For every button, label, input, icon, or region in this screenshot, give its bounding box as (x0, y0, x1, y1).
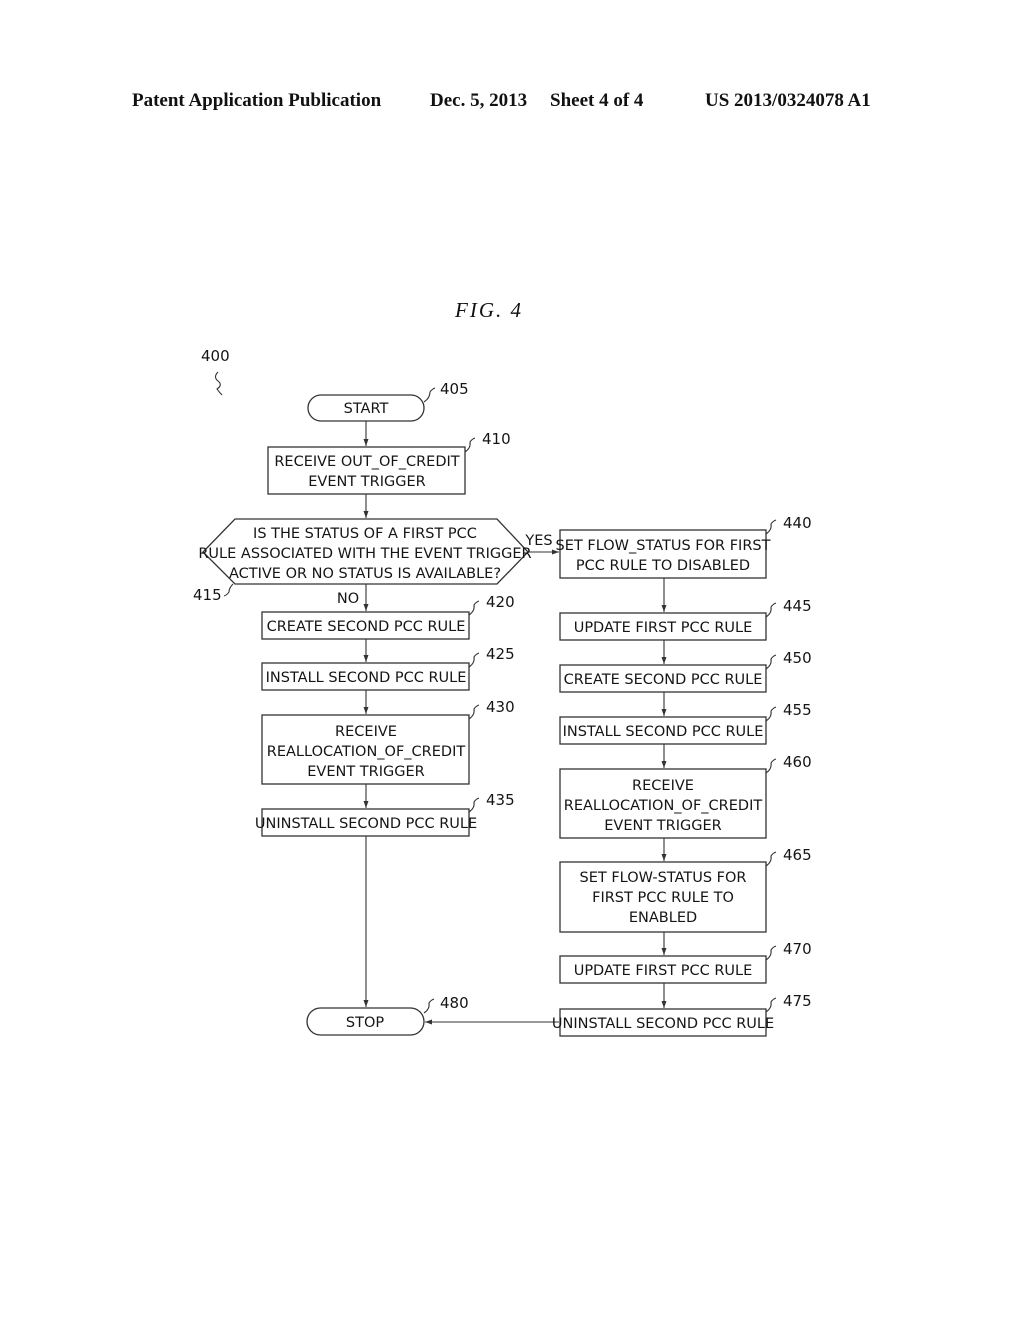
node-text-line: REALLOCATION_OF_CREDIT (267, 744, 466, 760)
node-450-create-second-pcc-rule: CREATE SECOND PCC RULE 450 (559, 649, 812, 693)
node-text-line: REALLOCATION_OF_CREDIT (564, 798, 763, 814)
node-480-stop: STOP 480 (306, 994, 469, 1036)
ref-leader-line (468, 797, 480, 813)
ref-405: 405 (440, 380, 469, 398)
ref-leader-line (423, 387, 436, 403)
ref-415: 415 (193, 586, 222, 604)
ref-leader-line (464, 437, 476, 453)
node-text-line: IS THE STATUS OF A FIRST PCC (253, 526, 477, 542)
node-text-line: EVENT TRIGGER (308, 474, 425, 490)
ref-leader-line (765, 706, 777, 722)
node-445-update-first-pcc-rule: UPDATE FIRST PCC RULE 445 (559, 597, 812, 641)
node-text-line: CREATE SECOND PCC RULE (564, 672, 763, 688)
ref-leader-line (765, 851, 777, 867)
ref-leader-line (423, 998, 435, 1014)
node-440-set-flow-status-disabled: SET FLOW_STATUS FOR FIRST PCC RULE TO DI… (556, 514, 812, 579)
ref-leader-line (468, 652, 480, 668)
ref-leader-line (223, 583, 234, 597)
figure-ref-400: 400 (201, 347, 230, 365)
ref-445: 445 (783, 597, 812, 615)
ref-455: 455 (783, 701, 812, 719)
ref-410: 410 (482, 430, 511, 448)
node-text-line: UNINSTALL SECOND PCC RULE (255, 816, 477, 832)
node-410-receive-out-of-credit: RECEIVE OUT_OF_CREDIT EVENT TRIGGER 410 (267, 430, 511, 495)
node-465-set-flow-status-enabled: SET FLOW-STATUS FOR FIRST PCC RULE TO EN… (559, 846, 812, 933)
flowchart: 400 START 405 RECEIVE OUT_OF_CREDIT EVEN… (193, 347, 812, 1037)
node-460-receive-reallocation: RECEIVE REALLOCATION_OF_CREDIT EVENT TRI… (559, 753, 812, 839)
node-text-line: STOP (346, 1015, 384, 1031)
node-text-line: FIRST PCC RULE TO (592, 890, 734, 906)
node-455-install-second-pcc-rule: INSTALL SECOND PCC RULE 455 (559, 701, 812, 745)
ref-leader-line (765, 945, 777, 961)
node-470-update-first-pcc-rule: UPDATE FIRST PCC RULE 470 (559, 940, 812, 984)
ref-leader-line (765, 519, 777, 535)
ref-leader-line (468, 704, 480, 720)
ref-leader-line (765, 602, 777, 618)
node-text-line: START (344, 401, 389, 417)
node-text-line: UPDATE FIRST PCC RULE (574, 620, 753, 636)
decision-no-label: NO (337, 591, 359, 607)
node-475-uninstall-second-pcc-rule: UNINSTALL SECOND PCC RULE 475 (552, 992, 812, 1037)
ref-470: 470 (783, 940, 812, 958)
node-text-line: EVENT TRIGGER (307, 764, 424, 780)
ref-460: 460 (783, 753, 812, 771)
node-text-line: RULE ASSOCIATED WITH THE EVENT TRIGGER (198, 546, 531, 562)
node-435-uninstall-second-pcc-rule: UNINSTALL SECOND PCC RULE 435 (255, 791, 515, 837)
ref-475: 475 (783, 992, 812, 1010)
node-text-line: UPDATE FIRST PCC RULE (574, 963, 753, 979)
node-text-line: SET FLOW_STATUS FOR FIRST (556, 538, 771, 554)
node-text-line: EVENT TRIGGER (604, 818, 721, 834)
node-405-start: START 405 (307, 380, 469, 422)
node-text-line: CREATE SECOND PCC RULE (267, 619, 466, 635)
node-text-line: SET FLOW-STATUS FOR (580, 870, 747, 886)
ref-425: 425 (486, 645, 515, 663)
ref-leader-line (765, 997, 777, 1013)
ref-480: 480 (440, 994, 469, 1012)
ref-leader-line (765, 758, 777, 774)
node-430-receive-reallocation: RECEIVE REALLOCATION_OF_CREDIT EVENT TRI… (261, 698, 515, 785)
ref-leader-400 (214, 371, 223, 396)
node-text-line: RECEIVE OUT_OF_CREDIT (274, 454, 459, 470)
decision-yes-label: YES (524, 533, 552, 549)
ref-leader-line (468, 600, 480, 616)
node-text-line: RECEIVE (632, 778, 694, 794)
node-text-line: RECEIVE (335, 724, 397, 740)
node-text-line: INSTALL SECOND PCC RULE (563, 724, 764, 740)
node-text-line: UNINSTALL SECOND PCC RULE (552, 1016, 774, 1032)
node-420-create-second-pcc-rule: CREATE SECOND PCC RULE 420 (261, 593, 515, 640)
node-text-line: INSTALL SECOND PCC RULE (266, 670, 467, 686)
ref-440: 440 (783, 514, 812, 532)
ref-465: 465 (783, 846, 812, 864)
ref-450: 450 (783, 649, 812, 667)
node-text-line: ACTIVE OR NO STATUS IS AVAILABLE? (229, 566, 501, 582)
ref-435: 435 (486, 791, 515, 809)
ref-430: 430 (486, 698, 515, 716)
ref-leader-line (765, 654, 777, 670)
node-425-install-second-pcc-rule: INSTALL SECOND PCC RULE 425 (261, 645, 515, 691)
node-text-line: ENABLED (629, 910, 697, 926)
node-text-line: PCC RULE TO DISABLED (576, 558, 750, 574)
ref-420: 420 (486, 593, 515, 611)
